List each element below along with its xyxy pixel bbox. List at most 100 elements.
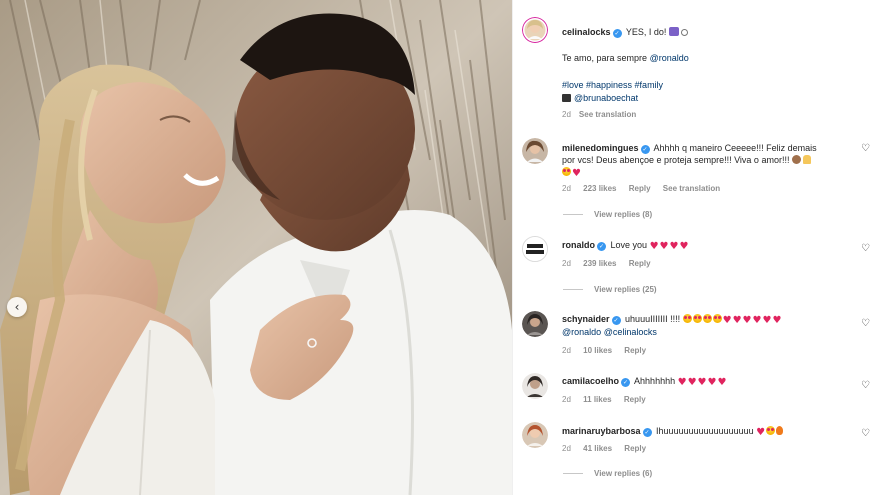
reply-button[interactable]: Reply xyxy=(624,395,646,404)
verified-badge-icon: ✓ xyxy=(597,242,606,251)
heart-eyes-icon xyxy=(712,314,722,323)
red-heart-icon: ♥ xyxy=(742,315,752,326)
verified-badge-icon: ✓ xyxy=(640,145,650,154)
heart-eyes-icon xyxy=(562,167,571,176)
post-author-username[interactable]: celinalocks xyxy=(562,27,611,37)
avatar-marinaruybarbosa[interactable] xyxy=(522,422,548,448)
red-heart-icon: ♥ xyxy=(687,377,697,388)
avatar-image xyxy=(522,422,548,448)
red-heart-icon: ♥ xyxy=(756,427,766,438)
like-comment-button[interactable]: ♡ xyxy=(861,318,870,329)
avatar-schynaider[interactable] xyxy=(522,311,548,337)
heart-outline-icon: ♡ xyxy=(861,318,870,329)
comment-text: Love you xyxy=(610,240,648,250)
chevron-left-icon: ‹ xyxy=(14,299,20,314)
like-comment-button[interactable]: ♡ xyxy=(861,243,870,254)
comment-username[interactable]: milenedomingues xyxy=(562,143,639,153)
sos-box-icon xyxy=(668,27,679,36)
verified-badge-icon: ✓ xyxy=(621,378,631,387)
comment-username[interactable]: marinaruybarbosa xyxy=(562,426,641,436)
comment-time: 2d xyxy=(562,444,571,453)
verified-badge-icon: ✓ xyxy=(612,29,622,38)
fire-icon xyxy=(776,426,784,435)
caption-text: Te amo, para sempre xyxy=(562,53,648,63)
view-replies-label: View replies (8) xyxy=(594,210,653,219)
avatar-image xyxy=(522,311,548,337)
photo-credit-line: @brunaboechat xyxy=(562,92,638,104)
comment-likes[interactable]: 223 likes xyxy=(583,184,616,193)
folded-hands-icon xyxy=(803,155,812,164)
comment-likes[interactable]: 41 likes xyxy=(583,444,612,453)
comment-meta: 2d 41 likes Reply xyxy=(562,444,656,453)
red-heart-icon: ♥ xyxy=(772,315,782,326)
comment-text-schynaider: schynaider ✓ uhuuuIIIIIII !!!! ♥♥♥♥♥♥ xyxy=(562,313,782,326)
see-translation-link[interactable]: See translation xyxy=(663,184,720,193)
heart-outline-icon: ♡ xyxy=(861,428,870,439)
see-translation-link[interactable]: See translation xyxy=(579,110,636,119)
red-heart-icon: ♥ xyxy=(752,315,762,326)
comment-mentions: @ronaldo @celinalocks xyxy=(562,326,657,338)
comment-text: Ahhhhhhh xyxy=(634,376,676,386)
avatar-celinalocks[interactable] xyxy=(522,17,548,43)
verified-badge-icon: ✓ xyxy=(642,428,652,437)
post-photo[interactable]: ‹ xyxy=(0,0,512,495)
like-comment-button[interactable]: ♡ xyxy=(861,428,870,439)
heart-outline-icon: ♡ xyxy=(861,380,870,391)
reply-divider xyxy=(563,289,583,290)
avatar-image xyxy=(522,17,548,43)
like-comment-button[interactable]: ♡ xyxy=(861,380,870,391)
red-heart-icon: ♥ xyxy=(659,241,669,252)
comment-text-marinaruybarbosa: marinaruybarbosa ✓ Ihuuuuuuuuuuuuuuuuuu ♥ xyxy=(562,425,784,438)
photo-credit-link[interactable]: @brunaboechat xyxy=(574,93,638,103)
comment-likes[interactable]: 239 likes xyxy=(583,259,616,268)
comment-likes[interactable]: 10 likes xyxy=(583,346,612,355)
red-heart-icon: ♥ xyxy=(679,241,689,252)
caption-hashtags[interactable]: #love #happiness #family xyxy=(562,79,663,91)
comment-emojis: ♥ xyxy=(562,166,582,179)
red-heart-icon: ♥ xyxy=(649,241,659,252)
like-comment-button[interactable]: ♡ xyxy=(861,143,870,154)
comment-username[interactable]: ronaldo xyxy=(562,240,595,250)
red-heart-icon: ♥ xyxy=(722,315,732,326)
caption-mention-link[interactable]: @ronaldo xyxy=(650,53,689,63)
view-replies-button[interactable]: View replies (6) xyxy=(563,469,652,478)
caption-line: Te amo, para sempre @ronaldo xyxy=(562,52,689,64)
clapperboard-icon xyxy=(562,94,571,102)
comment-text: uhuuuIIIIIII !!!! xyxy=(625,314,681,324)
reply-button[interactable]: Reply xyxy=(624,444,646,453)
comment-username[interactable]: schynaider xyxy=(562,314,610,324)
carousel-prev-button[interactable]: ‹ xyxy=(7,297,27,317)
see-no-evil-icon xyxy=(791,155,801,164)
reply-button[interactable]: Reply xyxy=(629,259,651,268)
ring-icon xyxy=(681,29,689,36)
comment-time: 2d xyxy=(562,395,571,404)
red-heart-icon: ♥ xyxy=(732,315,742,326)
comment-username[interactable]: camilacoelho xyxy=(562,376,619,386)
comment-text: Ihuuuuuuuuuuuuuuuuuu xyxy=(656,426,754,436)
heart-outline-icon: ♡ xyxy=(861,143,870,154)
reply-button[interactable]: Reply xyxy=(624,346,646,355)
verified-badge-icon: ✓ xyxy=(611,316,621,325)
caption-time: 2d xyxy=(562,110,571,119)
caption-header: celinalocks ✓ YES, I do! xyxy=(562,26,689,38)
comment-meta: 2d 223 likes Reply See translation xyxy=(562,184,730,193)
comment-text-milenedomingues: milenedomingues ✓ Ahhhh q maneiro Ceeeee!… xyxy=(562,142,817,154)
view-replies-button[interactable]: View replies (25) xyxy=(563,285,657,294)
avatar-milenedomingues[interactable] xyxy=(522,138,548,164)
red-heart-icon: ♥ xyxy=(677,377,687,388)
comment-text: Ahhhh q maneiro Ceeeee!!! Feliz demais xyxy=(653,143,817,153)
comment-meta: 2d 239 likes Reply xyxy=(562,259,661,268)
heart-eyes-icon xyxy=(682,314,692,323)
avatar-camilacoelho[interactable] xyxy=(522,373,548,399)
mention-link[interactable]: @celinalocks xyxy=(604,327,657,337)
view-replies-button[interactable]: View replies (8) xyxy=(563,210,652,219)
mention-link[interactable]: @ronaldo xyxy=(562,327,601,337)
comment-likes[interactable]: 11 likes xyxy=(583,395,611,404)
comment-time: 2d xyxy=(562,259,571,268)
couple-photo-illustration xyxy=(0,0,512,495)
avatar-ronaldo[interactable] xyxy=(522,236,548,262)
heart-eyes-icon xyxy=(766,426,776,435)
reply-divider xyxy=(563,214,583,215)
heart-outline-icon: ♡ xyxy=(861,243,870,254)
reply-button[interactable]: Reply xyxy=(629,184,651,193)
